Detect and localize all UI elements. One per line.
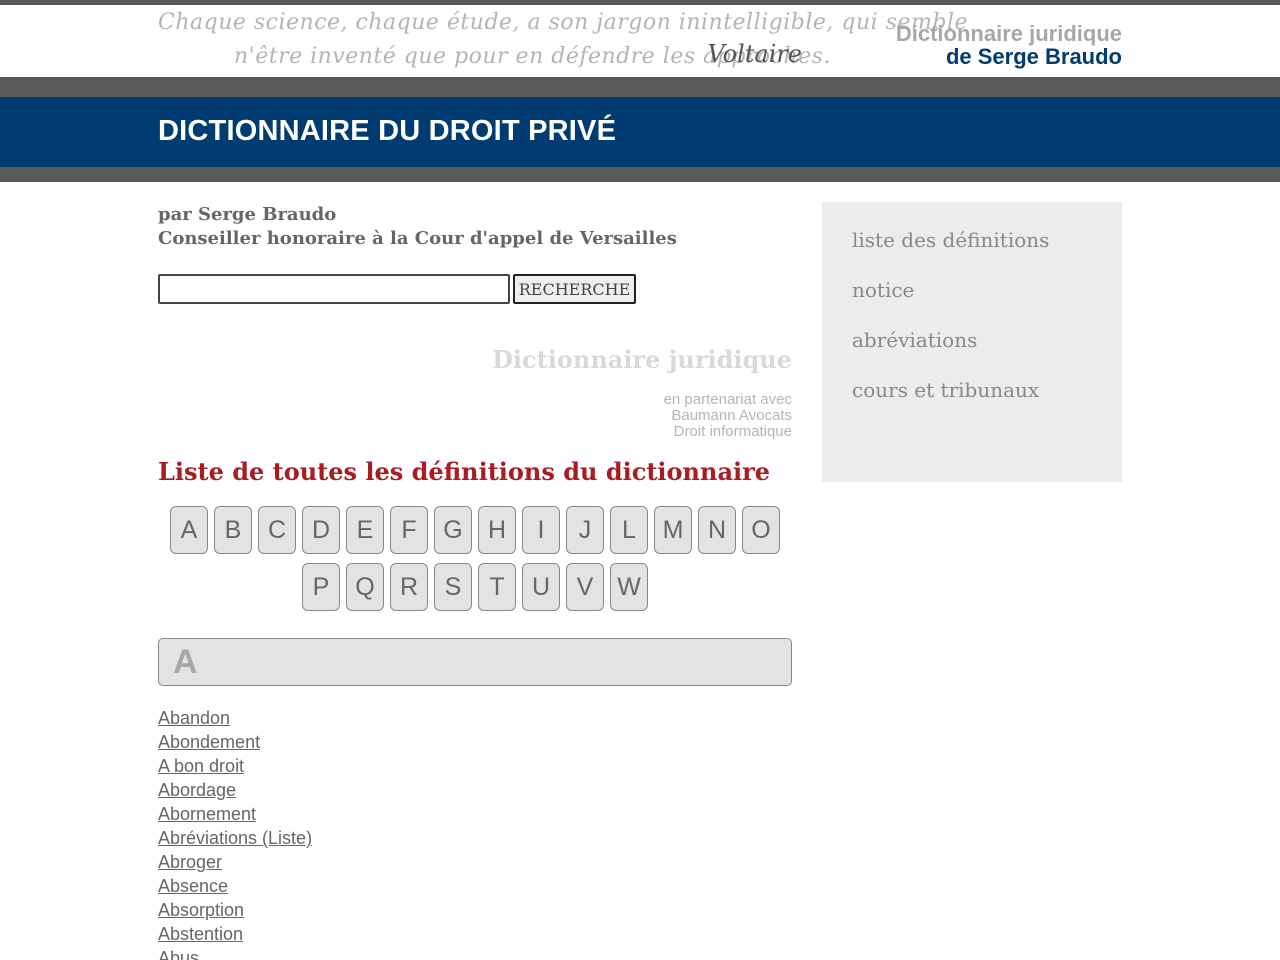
letter-button[interactable]: W (610, 563, 648, 611)
definition-link[interactable]: Abandon (158, 708, 230, 728)
definitions-list: Abandon Abondement A bon droit Abordage Abor… (158, 706, 312, 960)
page-title: DICTIONNAIRE DU DROIT PRIVÉ (158, 115, 617, 147)
letter-section-header: A (158, 638, 792, 686)
partner-line: Baumann Avocats (671, 407, 792, 424)
letter-button[interactable]: S (434, 563, 472, 611)
definition-link[interactable]: Abornement (158, 804, 256, 824)
sidebar-item-liste[interactable]: liste des définitions (852, 228, 1122, 278)
top-strip (0, 0, 1280, 5)
letter-button[interactable]: G (434, 506, 472, 554)
letter-button[interactable]: H (478, 506, 516, 554)
brand-line-2: de Serge Braudo (945, 44, 1122, 69)
list-item: Abstention (158, 922, 312, 946)
letter-button[interactable]: A (170, 506, 208, 554)
list-item: Abordage (158, 778, 312, 802)
letter-button[interactable]: R (390, 563, 428, 611)
brand-line-1: Dictionnaire juridique (895, 21, 1122, 46)
current-letter: A (173, 643, 198, 681)
letter-row: PQRSTUVW (158, 563, 792, 611)
author-info: par Serge Braudo Conseiller honoraire à … (158, 203, 677, 251)
definitions-heading: Liste de toutes les définitions du dicti… (158, 457, 771, 486)
letter-button[interactable]: V (566, 563, 604, 611)
list-item: Abondement (158, 730, 312, 754)
list-item: Absence (158, 874, 312, 898)
letter-button[interactable]: F (390, 506, 428, 554)
quote-author: Voltaire (707, 40, 802, 68)
letter-button[interactable]: U (522, 563, 560, 611)
definition-link[interactable]: Absence (158, 876, 228, 896)
sidebar-item-abreviations[interactable]: abréviations (852, 328, 1122, 378)
author-name: par Serge Braudo (158, 204, 337, 225)
definition-link[interactable]: Abréviations (Liste) (158, 828, 312, 848)
letter-button[interactable]: N (698, 506, 736, 554)
definition-link[interactable]: Abroger (158, 852, 222, 872)
definition-link[interactable]: A bon droit (158, 756, 244, 776)
list-item: Abroger (158, 850, 312, 874)
letter-button[interactable]: Q (346, 563, 384, 611)
partner-line: Droit informatique (673, 423, 792, 440)
partner-info[interactable]: en partenariat avec Baumann Avocats Droi… (664, 392, 792, 440)
letter-button[interactable]: M (654, 506, 692, 554)
header-quote: Chaque science, chaque étude, a son jarg… (158, 6, 968, 74)
letter-button[interactable]: O (742, 506, 780, 554)
letter-button[interactable]: B (214, 506, 252, 554)
list-item: Absorption (158, 898, 312, 922)
search-button[interactable]: RECHERCHE (513, 274, 636, 304)
letter-row: ABCDEFGHIJLMNO (158, 506, 792, 554)
letter-button[interactable]: L (610, 506, 648, 554)
list-item: Abandon (158, 706, 312, 730)
quote-line-1: Chaque science, chaque étude, a son jarg… (158, 10, 968, 35)
letter-button[interactable]: D (302, 506, 340, 554)
letter-button[interactable]: T (478, 563, 516, 611)
definition-link[interactable]: Abordage (158, 780, 236, 800)
letter-button[interactable]: J (566, 506, 604, 554)
letter-button[interactable]: C (258, 506, 296, 554)
list-item: Abornement (158, 802, 312, 826)
sidebar: liste des définitions notice abréviation… (822, 202, 1122, 482)
search-input[interactable] (158, 274, 510, 304)
alphabet-index: ABCDEFGHIJLMNO PQRSTUVW (158, 506, 792, 620)
sidebar-item-notice[interactable]: notice (852, 278, 1122, 328)
letter-button[interactable]: I (522, 506, 560, 554)
list-item: Abus (158, 946, 312, 960)
promo-title: Dictionnaire juridique (492, 345, 792, 374)
site-brand[interactable]: Dictionnaire juridique de Serge Braudo (896, 22, 1122, 68)
partner-line: en partenariat avec (663, 391, 792, 408)
letter-button[interactable]: E (346, 506, 384, 554)
definition-link[interactable]: Abondement (158, 732, 260, 752)
author-title: Conseiller honoraire à la Cour d'appel d… (158, 228, 677, 249)
title-banner: DICTIONNAIRE DU DROIT PRIVÉ (0, 97, 1280, 167)
definition-link[interactable]: Absorption (158, 900, 244, 920)
list-item: A bon droit (158, 754, 312, 778)
definition-link[interactable]: Abus (158, 948, 199, 960)
list-item: Abréviations (Liste) (158, 826, 312, 850)
sidebar-item-cours[interactable]: cours et tribunaux (852, 378, 1122, 428)
definition-link[interactable]: Abstention (158, 924, 243, 944)
letter-button[interactable]: P (302, 563, 340, 611)
